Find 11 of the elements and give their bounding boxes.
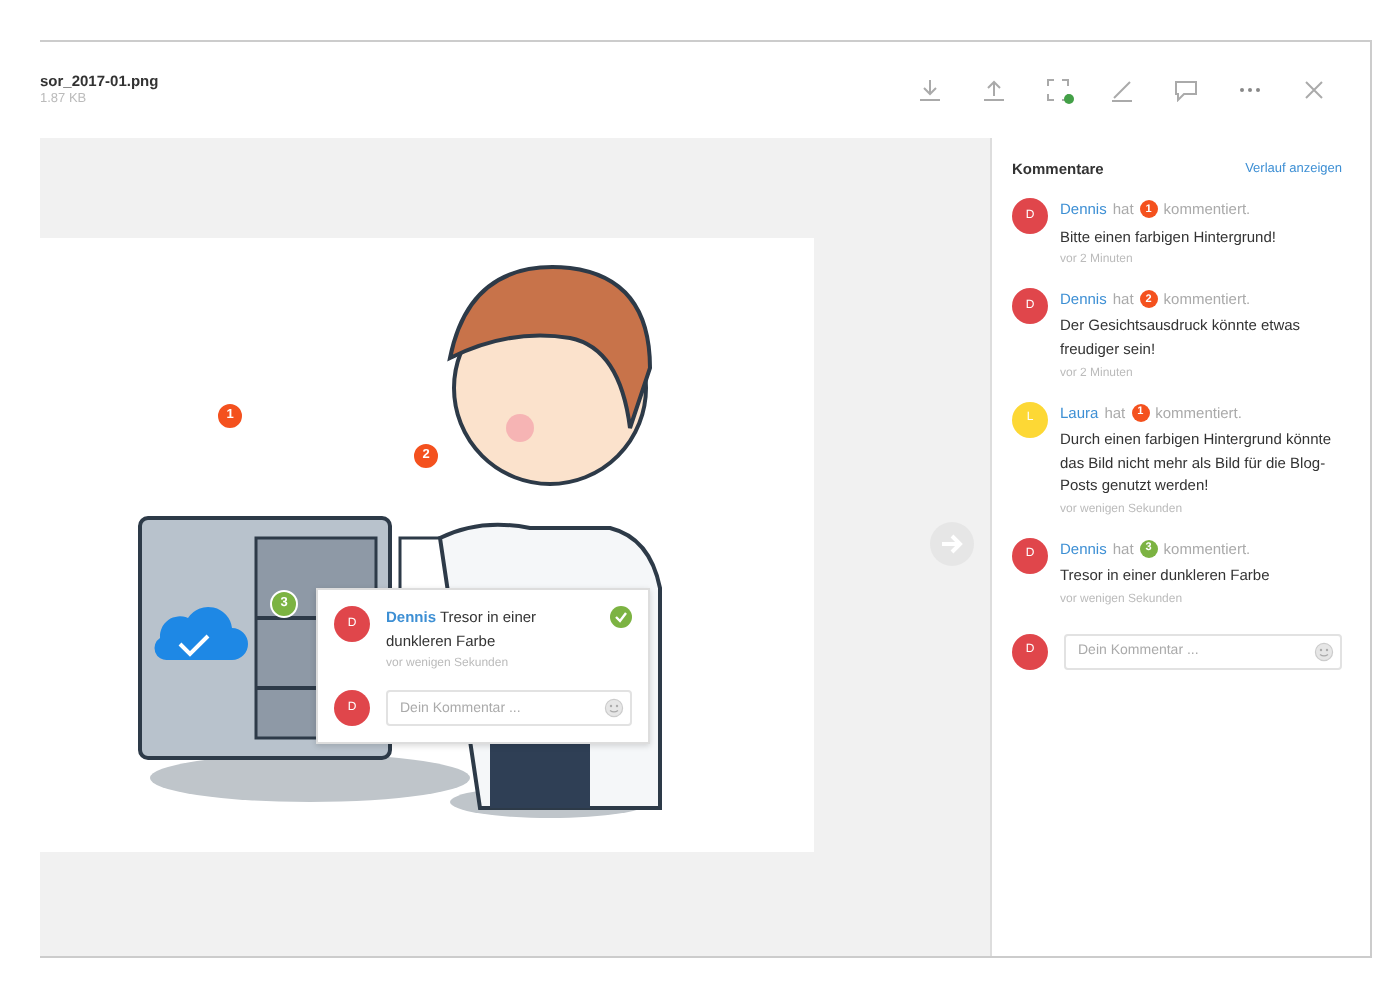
resolved-check-icon[interactable] xyxy=(610,606,632,628)
speech-bubble-icon xyxy=(1174,78,1198,102)
smiley-icon[interactable] xyxy=(604,698,624,719)
upload-icon xyxy=(982,78,1006,102)
smiley-icon[interactable] xyxy=(1314,641,1334,662)
download-icon xyxy=(918,78,942,102)
close-icon xyxy=(1302,78,1326,102)
arrow-right-icon xyxy=(940,532,964,556)
fullscreen-icon xyxy=(1046,78,1070,102)
next-arrow-button[interactable] xyxy=(930,522,974,566)
pen-icon xyxy=(1110,78,1134,102)
